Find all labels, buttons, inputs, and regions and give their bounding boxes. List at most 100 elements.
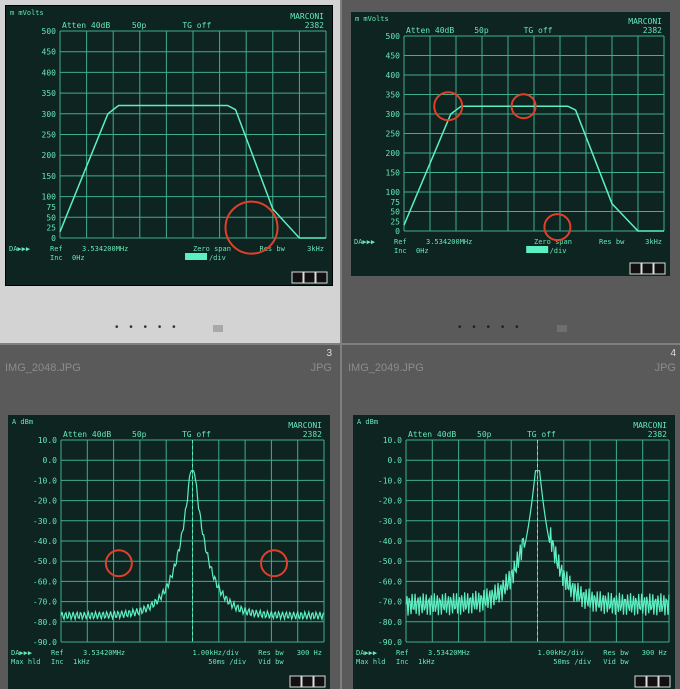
y-tick-label: 400	[42, 68, 57, 77]
ref-label: Ref	[396, 649, 409, 657]
tg-label: TG off	[182, 21, 211, 30]
screen-frame: m mVolts Atten 40dB 50p TG off MARCONI 2382 50…	[5, 5, 333, 286]
unit-label: A dBm	[357, 418, 378, 426]
y-tick-label: -10.0	[33, 476, 57, 485]
badge-icon	[291, 271, 304, 284]
y-tick-label: 100	[386, 188, 401, 197]
thumbnail-index: 4	[670, 348, 676, 359]
y-tick-label: 250	[386, 130, 401, 139]
ref-label: Ref	[394, 238, 407, 246]
inc-value: 1kHz	[73, 658, 90, 666]
y-tick-label: 200	[386, 149, 401, 158]
thumbnail-filename: IMG_2049.JPG	[348, 362, 424, 374]
inc-label: Inc	[51, 658, 64, 666]
y-tick-label: 10.0	[383, 436, 402, 445]
impedance-label: 50p	[132, 21, 147, 30]
thumbnail-cell-2[interactable]: m mVolts Atten 40dB 50p TG off MARCONI 2382 50…	[342, 0, 680, 343]
y-tick-label: 300	[386, 110, 401, 119]
y-tick-label: 500	[386, 32, 401, 41]
span-value: /div	[209, 254, 226, 262]
y-tick-label: 300	[42, 110, 57, 119]
res-bw-label: Res bw	[599, 238, 625, 246]
y-tick-label: 50	[46, 213, 56, 222]
span-value: 50ms /div	[208, 658, 246, 666]
spectrum-screen: A dBm Atten 40dB 50p TG off MARCONI2382 10.0 0…	[11, 418, 326, 688]
badge-icon	[301, 675, 314, 688]
thumbnail-cell-3[interactable]: 3 IMG_2048.JPG JPG A dBm Atten 40dB 50p TG …	[0, 345, 340, 689]
flag-icon[interactable]	[213, 325, 223, 332]
thumbnail-filetype: JPG	[654, 362, 676, 374]
y-tick-label: 0	[51, 234, 56, 243]
vid-bw-label: Vid bw	[603, 658, 629, 666]
thumbnail-cell-1[interactable]: m mVolts Atten 40dB 50p TG off MARCONI 2382 50…	[0, 0, 340, 343]
inc-label: Inc	[50, 254, 63, 262]
span-highlight	[526, 246, 549, 253]
tg-label: TG off	[527, 430, 556, 439]
unit-label: m mVolts	[10, 9, 44, 17]
span-highlight	[185, 253, 208, 260]
ref-value: 3.534200MHz	[426, 238, 472, 246]
y-tick-label: 0.0	[43, 456, 58, 465]
brand-label: MARCONI	[633, 421, 667, 430]
res-bw-label: Res bw	[258, 649, 284, 657]
y-tick-label: -60.0	[378, 577, 402, 586]
y-tick-label: -90.0	[33, 638, 57, 647]
y-tick-label: -20.0	[378, 497, 402, 506]
y-tick-label: -50.0	[378, 557, 402, 566]
ref-value: 3.53420MHz	[428, 649, 470, 657]
y-tick-label: 75	[390, 198, 400, 207]
y-tick-label: 10.0	[38, 436, 57, 445]
y-tick-label: -80.0	[33, 618, 57, 627]
badge-icon	[313, 675, 326, 688]
model-label: 2382	[648, 430, 667, 439]
spectrum-screen: A dBm Atten 40dB 50p TG off MARCONI2382 10.0 0…	[356, 418, 671, 688]
inc-label: Inc	[394, 247, 407, 255]
y-tick-label: -20.0	[33, 497, 57, 506]
y-tick-label: 250	[42, 131, 57, 140]
badge-icon	[653, 262, 666, 275]
span-value: 50ms /div	[553, 658, 591, 666]
rating-dots[interactable]: • • • • •	[458, 322, 523, 333]
y-tick-label: -90.0	[378, 638, 402, 647]
y-tick-label: -10.0	[378, 476, 402, 485]
flag-icon[interactable]	[557, 325, 567, 332]
atten-label: Atten 40dB	[63, 430, 111, 439]
y-tick-label: -40.0	[33, 537, 57, 546]
max-hold-label: Max hld	[11, 658, 41, 666]
y-tick-label: 150	[386, 169, 401, 178]
da-label: DA▶▶▶	[9, 245, 31, 253]
vid-bw-label: Vid bw	[258, 658, 284, 666]
da-label: DA▶▶▶	[354, 238, 376, 246]
atten-label: Atten 40dB	[408, 430, 456, 439]
y-tick-label: 150	[42, 172, 57, 181]
ref-value: 3.53420MHz	[83, 649, 125, 657]
max-hold-label: Max hld	[356, 658, 386, 666]
tg-label: TG off	[182, 430, 211, 439]
y-tick-label: 25	[46, 224, 56, 233]
inc-value: 0Hz	[416, 247, 429, 255]
badge-icon	[658, 675, 671, 688]
thumbnail-filename: IMG_2048.JPG	[5, 362, 81, 374]
badge-icon	[646, 675, 659, 688]
annotation-circle	[433, 91, 464, 122]
badge-icon	[629, 262, 642, 275]
res-bw-value: 300 Hz	[297, 649, 322, 657]
y-tick-label: 450	[42, 48, 57, 57]
ref-value: 3.534200MHz	[82, 245, 128, 253]
thumbnail-cell-4[interactable]: 4 IMG_2049.JPG JPG A dBm Atten 40dB 50p TG …	[342, 345, 680, 689]
span-label: 1.00kHz/div	[193, 649, 239, 657]
y-tick-label: -70.0	[378, 598, 402, 607]
badge-icon	[315, 271, 328, 284]
ref-label: Ref	[51, 649, 64, 657]
annotation-circle	[543, 213, 572, 242]
y-tick-label: 50	[390, 208, 400, 217]
rating-dots[interactable]: • • • • •	[115, 322, 180, 333]
y-tick-label: 25	[390, 217, 400, 226]
badge-icon	[634, 675, 647, 688]
y-tick-label: 500	[42, 27, 57, 36]
res-bw-value: 3kHz	[645, 238, 662, 246]
annotation-circle	[224, 200, 279, 255]
y-tick-label: 350	[42, 89, 57, 98]
y-tick-label: 0.0	[388, 456, 403, 465]
brand-label: MARCONI	[288, 421, 322, 430]
